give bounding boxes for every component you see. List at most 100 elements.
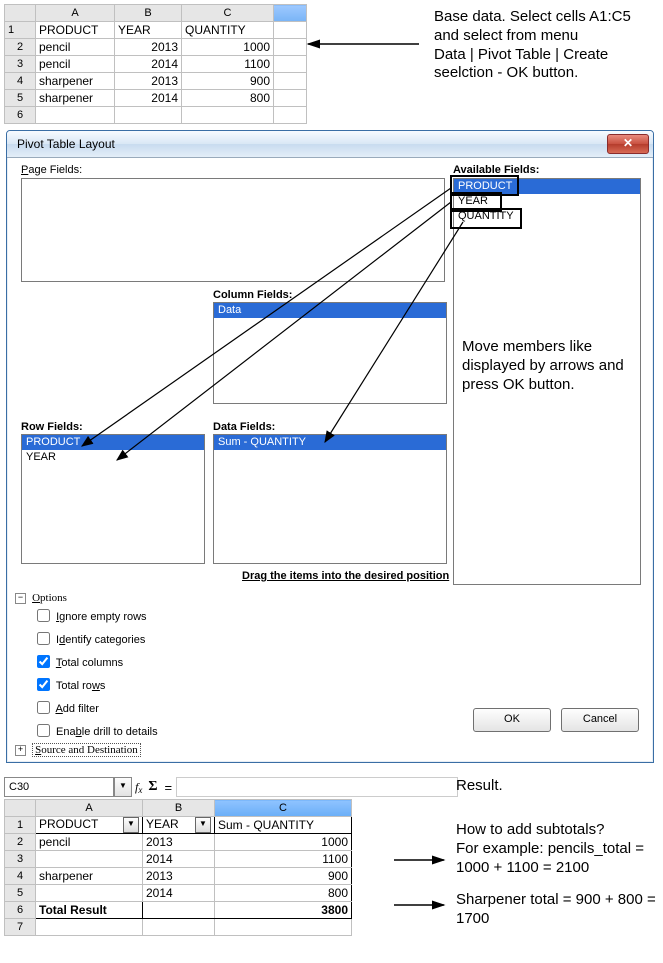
row-header-4[interactable]: 4 xyxy=(5,73,36,90)
cell[interactable] xyxy=(143,902,215,919)
cell[interactable]: pencil xyxy=(36,834,143,851)
col-header-c-selected[interactable]: C xyxy=(215,800,352,817)
available-field-quantity[interactable]: QUANTITY xyxy=(454,209,640,224)
spreadsheet-base-data[interactable]: A B C 1 PRODUCT YEAR QUANTITY 2 pencil 2… xyxy=(4,4,307,124)
sum-icon[interactable]: Σ xyxy=(145,779,160,795)
col-header-a[interactable]: A xyxy=(36,800,143,817)
cell[interactable]: sharpener xyxy=(36,868,143,885)
total-result-value[interactable]: 3800 xyxy=(215,902,352,919)
cell[interactable]: sharpener xyxy=(36,73,115,90)
cell[interactable]: 2014 xyxy=(115,56,182,73)
cell[interactable]: pencil xyxy=(36,39,115,56)
cell[interactable] xyxy=(182,107,274,124)
data-field-sum-quantity[interactable]: Sum - QUANTITY xyxy=(214,435,446,450)
cell[interactable] xyxy=(215,919,352,936)
expand-icon[interactable]: + xyxy=(15,745,26,756)
col-header-b[interactable]: B xyxy=(115,5,182,22)
row-fields-label: Row Fields: xyxy=(21,421,83,433)
col-header-d-selected[interactable] xyxy=(274,5,307,22)
row-fields-list[interactable]: PRODUCT YEAR xyxy=(21,434,205,564)
cell[interactable]: 900 xyxy=(215,868,352,885)
formula-bar-input[interactable] xyxy=(176,777,458,797)
cell[interactable] xyxy=(36,107,115,124)
dialog-titlebar[interactable]: Pivot Table Layout ✕ xyxy=(7,131,653,158)
sheet-corner[interactable] xyxy=(5,800,36,817)
total-rows-checkbox[interactable]: Total rows xyxy=(33,675,333,694)
row-header-5[interactable]: 5 xyxy=(5,90,36,107)
cell[interactable]: 800 xyxy=(215,885,352,902)
fx-icon[interactable]: fx xyxy=(132,780,145,795)
cell[interactable]: 2013 xyxy=(143,834,215,851)
total-columns-checkbox[interactable]: Total columns xyxy=(33,652,333,671)
cell[interactable]: PRODUCT xyxy=(36,22,115,39)
page-fields-list[interactable] xyxy=(21,178,445,282)
row-field-year[interactable]: YEAR xyxy=(22,450,204,465)
data-fields-list[interactable]: Sum - QUANTITY xyxy=(213,434,447,564)
column-fields-list[interactable]: Data xyxy=(213,302,447,404)
cell[interactable]: pencil xyxy=(36,56,115,73)
sheet-corner[interactable] xyxy=(5,5,36,22)
collapse-icon[interactable]: − xyxy=(15,593,26,604)
row-header-1[interactable]: 1 xyxy=(5,22,36,39)
cell[interactable] xyxy=(274,107,307,124)
ignore-empty-rows-checkbox[interactable]: Ignore empty rows xyxy=(33,606,333,625)
row-field-product[interactable]: PRODUCT xyxy=(22,435,204,450)
cell[interactable] xyxy=(274,56,307,73)
cell[interactable] xyxy=(274,22,307,39)
available-field-product[interactable]: PRODUCT xyxy=(454,179,640,194)
name-box-dropdown-icon[interactable]: ▼ xyxy=(114,777,132,797)
col-header-a[interactable]: A xyxy=(36,5,115,22)
cell[interactable]: 2013 xyxy=(143,868,215,885)
pivot-header-product[interactable]: PRODUCT ▼ xyxy=(36,817,143,834)
page-fields-label: Page Fields: xyxy=(21,164,82,176)
cell[interactable]: 1000 xyxy=(215,834,352,851)
cell[interactable] xyxy=(274,90,307,107)
cancel-button[interactable]: Cancel xyxy=(561,708,639,732)
col-header-c[interactable]: C xyxy=(182,5,274,22)
pivot-header-sum[interactable]: Sum - QUANTITY xyxy=(215,817,352,834)
cell[interactable] xyxy=(36,919,143,936)
cell[interactable]: sharpener xyxy=(36,90,115,107)
cell[interactable] xyxy=(274,73,307,90)
cell[interactable]: 2014 xyxy=(143,885,215,902)
dialog-title: Pivot Table Layout xyxy=(17,137,607,151)
name-box[interactable]: C30 xyxy=(4,777,114,797)
add-filter-checkbox[interactable]: Add filter xyxy=(33,698,333,717)
col-header-b[interactable]: B xyxy=(143,800,215,817)
pivot-header-year[interactable]: YEAR ▼ xyxy=(143,817,215,834)
identify-categories-checkbox[interactable]: Identify categories xyxy=(33,629,333,648)
row-header-6[interactable]: 6 xyxy=(5,107,36,124)
cell[interactable] xyxy=(36,851,143,868)
cell[interactable] xyxy=(274,39,307,56)
cell[interactable]: 1100 xyxy=(215,851,352,868)
row-header-2[interactable]: 2 xyxy=(5,39,36,56)
cell[interactable] xyxy=(36,885,143,902)
cell[interactable]: 800 xyxy=(182,90,274,107)
available-field-year[interactable]: YEAR xyxy=(454,194,640,209)
result-section: C30 ▼ fx Σ = Result. A B C 1 PRODUCT ▼ Y… xyxy=(4,777,659,936)
filter-dropdown-icon[interactable]: ▼ xyxy=(195,817,211,833)
cell[interactable]: 2014 xyxy=(115,90,182,107)
row-header-3[interactable]: 3 xyxy=(5,56,36,73)
options-label: O xyxy=(32,592,40,604)
spreadsheet-result[interactable]: A B C 1 PRODUCT ▼ YEAR ▼ Sum - QUANTITY … xyxy=(4,799,352,936)
close-button[interactable]: ✕ xyxy=(607,134,649,154)
total-result-label[interactable]: Total Result xyxy=(36,902,143,919)
cell[interactable]: QUANTITY xyxy=(182,22,274,39)
source-destination-tree-node[interactable]: + Source and Destination xyxy=(15,744,641,756)
cell[interactable] xyxy=(143,919,215,936)
cell[interactable]: 1000 xyxy=(182,39,274,56)
cell[interactable]: 2014 xyxy=(143,851,215,868)
cell[interactable]: 1100 xyxy=(182,56,274,73)
cell[interactable]: 2013 xyxy=(115,39,182,56)
enable-drill-checkbox[interactable]: Enable drill to details xyxy=(33,721,333,740)
cell[interactable]: 900 xyxy=(182,73,274,90)
filter-dropdown-icon[interactable]: ▼ xyxy=(123,817,139,833)
cell[interactable] xyxy=(115,107,182,124)
ok-button[interactable]: OK xyxy=(473,708,551,732)
source-destination-label: Source and Destination xyxy=(32,743,141,757)
column-field-data[interactable]: Data xyxy=(214,303,446,318)
cell[interactable]: YEAR xyxy=(115,22,182,39)
cell[interactable]: 2013 xyxy=(115,73,182,90)
options-tree-node[interactable]: − Options xyxy=(15,592,641,604)
